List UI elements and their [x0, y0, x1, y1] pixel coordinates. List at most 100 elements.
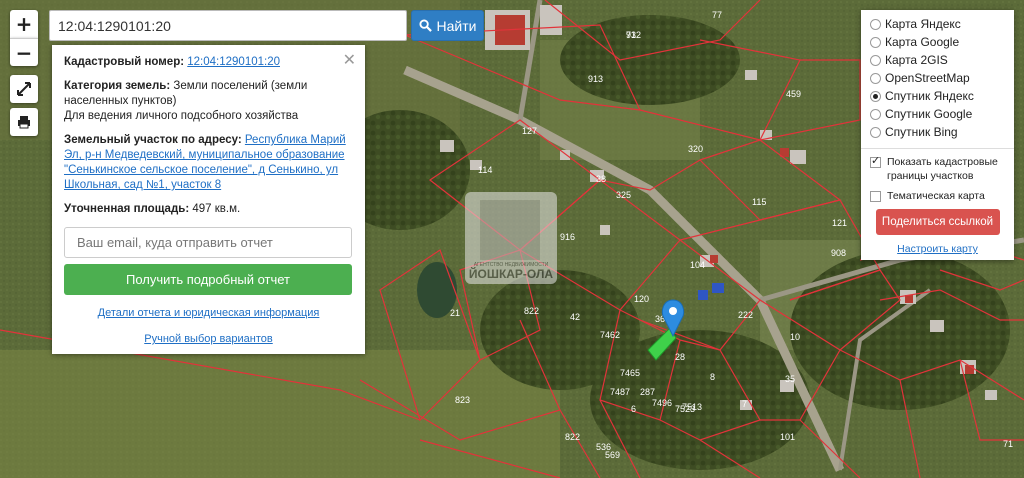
layer-radio[interactable] [870, 36, 881, 48]
parcel-number-label: 21 [450, 308, 460, 318]
parcel-number-label: 6 [631, 404, 636, 414]
layer-label: OpenStreetMap [885, 71, 970, 85]
parcel-number-label: 73 [626, 30, 636, 40]
map-trees [590, 330, 810, 470]
print-button[interactable] [10, 108, 38, 136]
layer-radio[interactable] [870, 18, 881, 30]
address-label: Земельный участок по адресу: [64, 134, 242, 146]
parcel-number-label: 120 [634, 294, 649, 304]
parcel-number-label: 127 [522, 126, 537, 136]
parcel-number-label: 8 [710, 372, 715, 382]
parcel-number-label: 101 [780, 432, 795, 442]
layer-radio[interactable] [870, 72, 881, 84]
parcel-number-label: 7513 [682, 402, 702, 412]
search-button[interactable]: Найти [411, 10, 484, 41]
cadastral-label: Кадастровый номер: [64, 56, 185, 68]
layer-option[interactable]: Карта Google [870, 33, 1005, 51]
parcel-number-label: 10 [790, 332, 800, 342]
land-category-row: Категория земель: Земли поселений (земли… [64, 79, 353, 124]
layer-option[interactable]: Спутник Bing [870, 123, 1005, 141]
cadastral-number-link[interactable]: 12:04:1290101:20 [187, 56, 280, 68]
layer-label: Карта Яндекс [885, 17, 961, 31]
parcel-number-label: 569 [605, 450, 620, 460]
layer-radio[interactable] [870, 126, 881, 138]
layer-radio[interactable] [870, 54, 881, 66]
layer-label: Спутник Яндекс [885, 89, 974, 103]
cadastral-number-row: Кадастровый номер: 12:04:1290101:20 [64, 55, 353, 70]
fullscreen-button[interactable] [10, 75, 38, 103]
parcel-number-label: 71 [1003, 439, 1013, 449]
parcel-number-label: 114 [478, 165, 492, 175]
divider [861, 148, 1014, 149]
parcel-info-popup: ✕ Кадастровый номер: 12:04:1290101:20 Ка… [52, 45, 365, 354]
usage-value: Для ведения личного подсобного хозяйства [64, 110, 299, 122]
layer-label: Карта 2GIS [885, 53, 948, 67]
map-trees [560, 15, 740, 105]
thematic-map-checkbox[interactable] [870, 191, 881, 202]
layer-radio[interactable] [870, 108, 881, 120]
category-label: Категория земель: [64, 80, 171, 92]
parcel-number-label: 913 [588, 74, 603, 84]
parcel-number-label: 121 [832, 218, 847, 228]
zoom-in-button[interactable]: + [10, 10, 38, 38]
layer-option[interactable]: Спутник Яндекс [870, 87, 1005, 105]
layer-radio[interactable] [870, 90, 881, 102]
area-row: Уточненная площадь: 497 кв.м. [64, 202, 353, 217]
printer-icon [18, 116, 30, 129]
search-icon [418, 19, 432, 32]
share-link-button[interactable]: Поделиться ссылкой [875, 209, 1000, 235]
thematic-map-option[interactable]: Тематическая карта [870, 189, 1005, 203]
close-icon[interactable]: ✕ [343, 50, 356, 69]
layer-option[interactable]: Карта Яндекс [870, 15, 1005, 33]
parcel-number-label: 459 [786, 89, 801, 99]
manual-selection-link[interactable]: Ручной выбор вариантов [64, 332, 353, 347]
parcel-number-label: 7462 [600, 330, 620, 340]
show-boundaries-label: Показать кадастровые границы участков [887, 156, 998, 182]
search-button-label: Найти [436, 17, 477, 34]
parcel-number-label: 104 [690, 260, 705, 270]
parcel-number-label: 823 [455, 395, 470, 405]
parcel-number-label: 7 [742, 399, 747, 409]
layer-label: Спутник Google [885, 107, 973, 121]
parcel-number-label: 822 [565, 432, 580, 442]
map-field-area [0, 350, 560, 478]
layer-list: Карта Яндекс Карта Google Карта 2GIS OpenSt… [870, 15, 1005, 141]
area-label: Уточненная площадь: [64, 203, 190, 215]
parcel-number-label: 320 [688, 144, 703, 154]
expand-icon [17, 82, 31, 96]
watermark-logo: АГЕНТСТВО НЕДВИЖИМОСТИ ЙОШКАР-ОЛА [465, 192, 557, 284]
parcel-number-label: 7487 [610, 387, 630, 397]
parcel-number-label: 325 [616, 190, 631, 200]
parcel-number-label: 916 [560, 232, 575, 242]
parcel-number-label: 42 [570, 312, 580, 322]
watermark-text: ЙОШКАР-ОЛА [469, 266, 553, 281]
parcel-number-label: 287 [640, 387, 655, 397]
layer-label: Спутник Bing [885, 125, 958, 139]
thematic-map-label: Тематическая карта [887, 190, 985, 202]
show-boundaries-option[interactable]: Показать кадастровые границы участков [870, 154, 1005, 183]
parcel-number-label: 35 [785, 374, 795, 384]
parcel-number-label: 7496 [652, 398, 672, 408]
map-layers-panel: Карта Яндекс Карта Google Карта 2GIS OpenSt… [861, 10, 1014, 260]
parcel-number-label: 7465 [620, 368, 640, 378]
parcel-number-label: 77 [712, 10, 722, 20]
map-settings-link[interactable]: Настроить карту [870, 243, 1005, 255]
layer-option[interactable]: OpenStreetMap [870, 69, 1005, 87]
area-value: 497 кв.м. [192, 203, 241, 215]
parcel-number-label: 908 [831, 248, 846, 258]
map-trees [790, 250, 1010, 410]
get-report-button[interactable]: Получить подробный отчет [64, 264, 352, 295]
search-input[interactable] [49, 10, 407, 41]
address-row: Земельный участок по адресу: Республика … [64, 133, 353, 193]
parcel-number-label: 822 [524, 306, 539, 316]
email-field[interactable] [64, 227, 352, 258]
show-boundaries-checkbox[interactable] [870, 154, 881, 168]
layer-option[interactable]: Спутник Google [870, 105, 1005, 123]
parcel-number-label: 115 [752, 197, 766, 207]
parcel-number-label: 222 [738, 310, 753, 320]
layer-label: Карта Google [885, 35, 960, 49]
zoom-out-button[interactable]: − [10, 38, 38, 66]
layer-option[interactable]: Карта 2GIS [870, 51, 1005, 69]
parcel-number-label: 38 [596, 174, 606, 184]
report-details-link[interactable]: Детали отчета и юридическая информация [64, 306, 353, 321]
